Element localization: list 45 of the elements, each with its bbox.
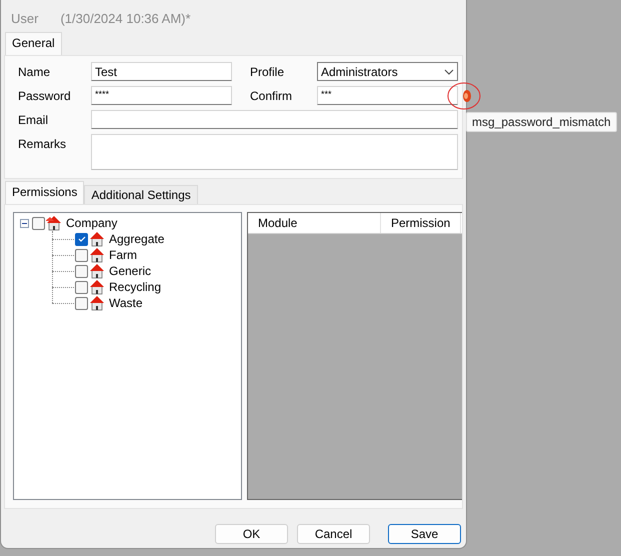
email-field[interactable]	[91, 110, 458, 129]
checkbox[interactable]	[75, 280, 88, 294]
tooltip: msg_password_mismatch	[466, 112, 617, 132]
chevron-down-icon	[444, 68, 454, 74]
houses-icon	[46, 215, 62, 231]
checkbox[interactable]	[75, 264, 88, 278]
window-title: User	[11, 10, 38, 26]
house-icon	[89, 231, 105, 247]
checkbox[interactable]	[32, 216, 45, 230]
field-label: Name	[18, 64, 52, 79]
tree-item[interactable]: Company	[66, 216, 118, 230]
house-icon	[89, 279, 105, 295]
tree-item[interactable]: Farm	[109, 248, 137, 262]
house-icon	[89, 263, 105, 279]
checkbox[interactable]	[75, 296, 88, 310]
tab[interactable]: General	[5, 32, 62, 55]
annotation-circle	[446, 81, 482, 111]
checkbox[interactable]	[75, 232, 88, 246]
name-field[interactable]: Test	[91, 62, 232, 81]
tree-item[interactable]: Generic	[109, 264, 152, 278]
column-header[interactable]: Permission	[380, 213, 462, 233]
tree-item[interactable]: Recycling	[109, 280, 162, 294]
column-header[interactable]: Module	[248, 213, 381, 233]
checkmark-icon	[76, 234, 86, 244]
field-label: Password	[18, 88, 72, 103]
field-label: Profile	[250, 64, 286, 79]
house-icon	[89, 295, 105, 311]
dialog-button[interactable]: OK	[215, 524, 288, 544]
remarks-field[interactable]	[91, 134, 458, 170]
collapse-icon[interactable]	[20, 218, 29, 228]
window-subtitle: (1/30/2024 10:36 AM)*	[60, 10, 191, 26]
tab[interactable]: Additional Settings	[84, 185, 198, 204]
tree-item[interactable]: Waste	[109, 296, 143, 310]
house-icon	[89, 247, 105, 263]
password-field[interactable]: ****	[91, 86, 232, 105]
field-label: Email	[18, 112, 50, 127]
tree-item[interactable]: Aggregate	[109, 232, 164, 246]
dialog-button[interactable]: Save	[388, 524, 461, 544]
tab[interactable]: Permissions	[5, 181, 84, 204]
field-label: Confirm	[250, 88, 294, 103]
profile-dropdown[interactable]: Administrators	[317, 62, 458, 81]
checkbox[interactable]	[75, 248, 88, 262]
field-label: Remarks	[18, 136, 68, 151]
confirm-field[interactable]: ***	[317, 86, 458, 105]
dialog-button[interactable]: Cancel	[297, 524, 370, 544]
